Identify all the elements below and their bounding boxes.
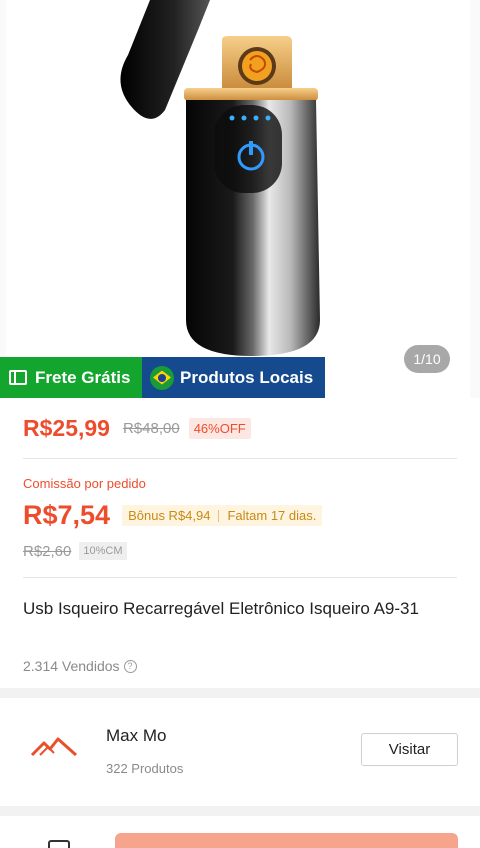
image-counter: 1/10 [404,345,450,373]
commission-row: R$7,54 Bônus R$4,94 Faltam 17 dias. [23,500,323,531]
commission-old-row: R$2,60 10%CM [23,542,127,560]
sold-count-label: 2.314 Vendidos [23,658,120,674]
price-row: R$25,99 R$48,00 46%OFF [23,415,251,442]
free-shipping-label: Frete Grátis [35,367,131,387]
product-image-carousel[interactable]: 1/10 Frete Grátis Produtos Locais [0,0,480,398]
help-icon[interactable]: ? [123,659,137,673]
free-shipping-icon [9,370,27,385]
local-products-badge: Produtos Locais [142,357,325,398]
sold-count: 2.314 Vendidos ? [23,658,137,674]
store-icon[interactable] [48,840,70,848]
current-price: R$25,99 [23,415,110,441]
local-products-label: Produtos Locais [180,367,314,387]
action-button[interactable] [115,833,458,848]
commission-value: R$7,54 [23,500,111,530]
section-gap [0,806,480,816]
section-gap [0,688,480,698]
bonus-tag: Bônus R$4,94 Faltam 17 dias. [122,505,323,526]
visit-shop-button[interactable]: Visitar [361,733,458,766]
product-title: Usb Isqueiro Recarregável Eletrônico Isq… [23,599,419,618]
bonus-amount: Bônus R$4,94 [128,508,211,523]
discount-badge: 46%OFF [188,418,251,439]
divider [23,577,457,578]
divider [23,458,457,459]
commission-rate-tag: 10%CM [79,542,127,560]
shop-products-count: 322 Produtos [106,761,184,776]
product-image[interactable] [0,0,480,398]
commission-old-value: R$2,60 [23,542,72,560]
free-shipping-badge: Frete Grátis [0,357,142,398]
bottom-action-bar [0,816,480,848]
shop-name[interactable]: Max Mo [106,726,166,746]
bonus-remaining: Faltam 17 dias. [227,508,317,523]
bonus-separator [218,509,220,522]
shop-logo[interactable] [30,733,78,763]
original-price: R$48,00 [122,420,180,437]
commission-label: Comissão por pedido [23,476,146,491]
brazil-flag-icon [150,365,174,390]
